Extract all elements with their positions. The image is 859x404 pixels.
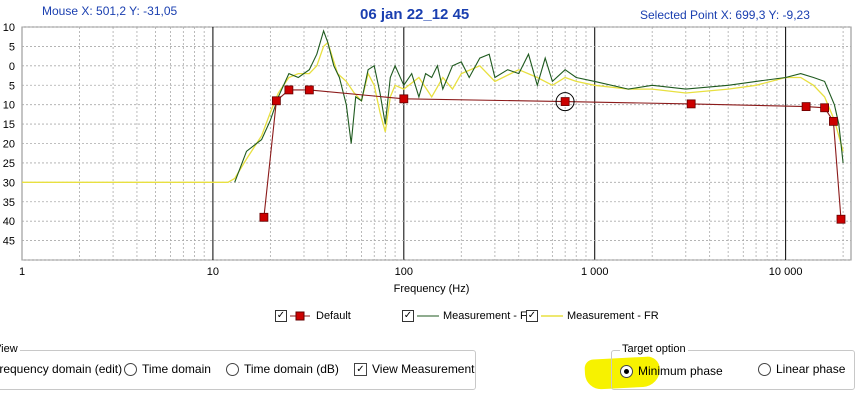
- x-tick-label: 10: [207, 266, 219, 278]
- y-tick-label: 30: [3, 177, 15, 189]
- y-tick-label: 45: [3, 236, 15, 248]
- linear-phase-label: Linear phase: [776, 362, 846, 376]
- default-point-marker: [686, 99, 696, 109]
- y-tick-label: 10: [3, 22, 15, 34]
- minimum-phase-radio[interactable]: [620, 364, 633, 378]
- y-tick-label: 40: [3, 216, 15, 228]
- view-measurement-option[interactable]: ✓ View Measurement: [354, 362, 475, 376]
- view-measurement-checkbox[interactable]: ✓: [354, 362, 367, 376]
- y-tick-label: 35: [3, 197, 15, 209]
- legend-default-swatch: [290, 311, 310, 321]
- view-measurement-label: View Measurement: [372, 362, 475, 376]
- default-point-marker: [284, 85, 294, 95]
- legend-default-label: Default: [316, 310, 351, 322]
- default-point-marker: [304, 85, 314, 95]
- legend-fl-label: Measurement - FL: [443, 310, 533, 322]
- legend-fr-label: Measurement - FR: [567, 310, 659, 322]
- time-domain-db-label: Time domain (dB): [244, 362, 339, 376]
- target-option-title: Target option: [620, 343, 688, 355]
- default-point-marker: [801, 102, 811, 112]
- default-point-marker: [259, 212, 269, 222]
- view-panel-title: View: [0, 343, 20, 355]
- time-domain-db-radio[interactable]: [226, 362, 239, 376]
- y-tick-label: 20: [3, 139, 15, 151]
- x-tick-label: 1 000: [581, 266, 609, 278]
- default-point-marker: [271, 96, 281, 106]
- frequency-domain-label: Frequency domain (edit): [0, 362, 123, 376]
- y-tick-label: 5: [9, 41, 15, 53]
- linear-phase-option[interactable]: Linear phase: [758, 362, 845, 376]
- x-axis-label: Frequency (Hz): [394, 283, 470, 295]
- default-point-marker: [836, 214, 846, 224]
- x-tick-label: 1: [19, 266, 25, 278]
- frequency-response-chart[interactable]: 10 5 0 5 10 15 20 25 30 35 40 45 1 10 100 1 000 10 000 Fr…: [0, 0, 859, 300]
- y-tick-label: 15: [3, 119, 15, 131]
- time-domain-option[interactable]: Time domain: [124, 362, 211, 376]
- y-tick-label: 10: [3, 100, 15, 112]
- legend-fl[interactable]: ✓ Measurement - FL: [402, 310, 533, 322]
- x-tick-label: 100: [395, 266, 413, 278]
- y-tick-label: 5: [9, 80, 15, 92]
- default-point-marker: [399, 94, 409, 104]
- x-tick-label: 10 000: [769, 266, 803, 278]
- time-domain-db-option[interactable]: Time domain (dB): [226, 362, 339, 376]
- legend-fr-swatch: [541, 315, 563, 317]
- y-tick-label: 25: [3, 158, 15, 170]
- minimum-phase-option[interactable]: Minimum phase: [620, 364, 723, 378]
- linear-phase-radio[interactable]: [758, 362, 771, 376]
- default-point-marker: [820, 103, 829, 113]
- legend-default[interactable]: ✓ Default: [275, 310, 351, 322]
- time-domain-radio[interactable]: [124, 362, 137, 376]
- legend-fl-checkbox[interactable]: ✓: [402, 310, 414, 322]
- legend-fl-swatch: [417, 315, 439, 317]
- minimum-phase-label: Minimum phase: [638, 364, 723, 378]
- frequency-domain-option[interactable]: Frequency domain (edit): [0, 362, 122, 376]
- default-point-marker: [560, 97, 570, 106]
- legend-fr-checkbox[interactable]: ✓: [526, 310, 538, 322]
- time-domain-label: Time domain: [142, 362, 211, 376]
- legend-fr[interactable]: ✓ Measurement - FR: [526, 310, 659, 322]
- y-tick-label: 0: [9, 61, 15, 73]
- default-point-marker: [829, 116, 838, 126]
- legend-default-checkbox[interactable]: ✓: [275, 310, 287, 322]
